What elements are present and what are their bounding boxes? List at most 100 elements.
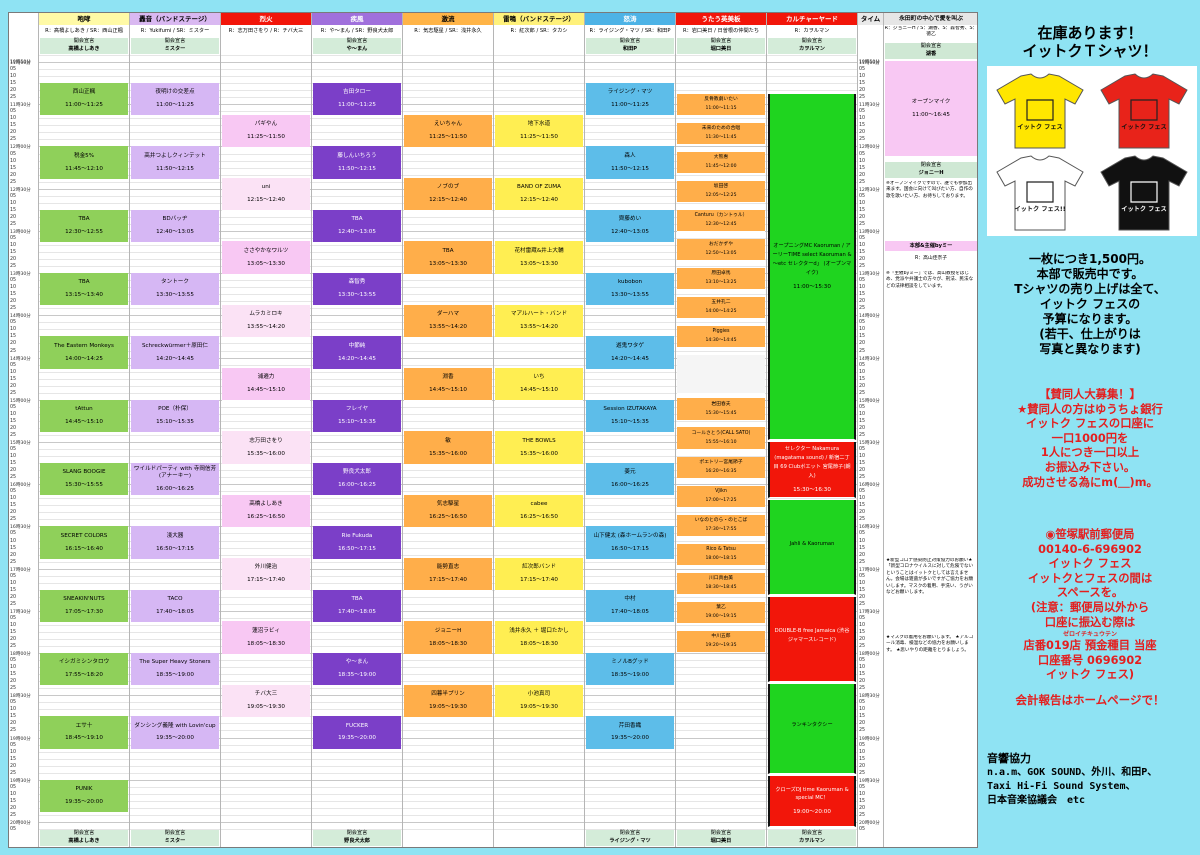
performance-slot[interactable]: PUNIK 19:35〜20:00: [40, 779, 128, 813]
performance-slot[interactable]: や〜まん 18:35〜19:00: [313, 653, 401, 687]
performance-slot[interactable]: cabee 16:25〜16:50: [495, 494, 583, 528]
performance-slot[interactable]: マアルハート・バンド 13:55〜14:20: [495, 304, 583, 338]
performance-slot[interactable]: 花村雷蔵&井上大輔 13:05〜13:30: [495, 241, 583, 275]
performance-slot[interactable]: 吉田タロー 11:00〜11:25: [313, 83, 401, 117]
performance-slot[interactable]: 志万田さをり 15:35〜16:00: [222, 431, 310, 465]
performance-slot[interactable]: 四暮半プリン 19:05〜19:30: [404, 684, 492, 718]
performance-slot[interactable]: Session IZUTAKAYA 15:10〜15:35: [586, 399, 674, 433]
performance-slot[interactable]: 蓮沼ラビィ 18:05〜18:30: [222, 621, 310, 655]
performance-slot[interactable]: 西山正楓 11:00〜11:25: [40, 83, 128, 117]
performance-slot[interactable]: Piggies 14:30〜14:45: [677, 325, 765, 349]
performance-slot[interactable]: Jahli & Kaoruman: [768, 500, 856, 595]
performance-slot[interactable]: 芹田香織 19:35〜20:00: [586, 716, 674, 750]
performance-slot[interactable]: 紅次郎バンド 17:15〜17:40: [495, 558, 583, 592]
performance-slot[interactable]: Rie Fukuda 16:50〜17:15: [313, 526, 401, 560]
performance-slot[interactable]: THE BOWLS 15:35〜16:00: [495, 431, 583, 465]
performance-slot[interactable]: POE（朴保） 15:10〜15:35: [131, 399, 219, 433]
performance-slot[interactable]: ジョニーH 18:05〜18:30: [404, 621, 492, 655]
performance-slot[interactable]: 高橋よしあき 16:25〜16:50: [222, 494, 310, 528]
performance-slot[interactable]: ささやかなワルツ 13:05〜13:30: [222, 241, 310, 275]
performance-slot[interactable]: パギやん 11:25〜11:50: [222, 114, 310, 148]
performance-slot[interactable]: オープニングMC Kaoruman / アーリーTIME select Kaor…: [768, 93, 856, 440]
performance-slot[interactable]: SLANG BOOGIE 15:30〜15:55: [40, 463, 128, 497]
performance-slot[interactable]: 葉乙 19:00〜19:15: [677, 601, 765, 624]
performance-slot[interactable]: 姜元 16:00〜16:25: [586, 463, 674, 497]
performance-slot[interactable]: いち 14:45〜15:10: [495, 368, 583, 402]
performance-slot[interactable]: FUCKER 19:35〜20:00: [313, 716, 401, 750]
performance-slot[interactable]: 遊鬼ワタゲ 14:20〜14:45: [586, 336, 674, 370]
performance-slot[interactable]: 森人 11:50〜12:15: [586, 146, 674, 180]
performance-slot[interactable]: VJikn 17:00〜17:25: [677, 485, 765, 508]
performance-slot[interactable]: 原田卓馬 13:10〜13:25: [677, 267, 765, 291]
performance-slot[interactable]: セレクター Nakamura (magatama sound) / 新宿二丁目 …: [768, 442, 856, 499]
performance-slot[interactable]: BAND OF ZUMA 12:15〜12:40: [495, 178, 583, 212]
performance-slot[interactable]: えいちゃん 11:25〜11:50: [404, 114, 492, 148]
performance-slot[interactable]: おだかずや 12:50〜13:05: [677, 238, 765, 261]
performance-slot[interactable]: BDバッヂ 12:40〜13:05: [131, 209, 219, 243]
performance-slot[interactable]: 大熊惠 11:45〜12:00: [677, 151, 765, 174]
performance-slot[interactable]: 岩田春夫 15:30〜15:45: [677, 398, 765, 421]
performance-slot[interactable]: 地下水道 11:25〜11:50: [495, 114, 583, 148]
performance-slot[interactable]: TBA 13:15〜13:40: [40, 273, 128, 307]
performance-slot[interactable]: 藤しんいちろう 11:50〜12:15: [313, 146, 401, 180]
performance-slot[interactable]: 中村 17:40〜18:05: [586, 589, 674, 623]
performance-slot[interactable]: 外川健治 17:15〜17:40: [222, 558, 310, 592]
performance-slot[interactable]: タントーク 13:30〜13:55: [131, 273, 219, 307]
performance-slot[interactable]: 野良犬太郎 16:00〜16:25: [313, 463, 401, 497]
performance-slot[interactable]: 五井孔二 14:00〜14:25: [677, 296, 765, 320]
performance-slot[interactable]: DOUBLE-B free Jamaica (渋谷ジャマースレコード): [768, 596, 856, 682]
performance-slot[interactable]: 淺大器 16:50〜17:15: [131, 526, 219, 560]
performance-slot[interactable]: コールさとう(CALL SATO) 15:55〜16:10: [677, 427, 765, 450]
performance-slot[interactable]: フレイヤ 15:10〜15:35: [313, 399, 401, 433]
performance-slot[interactable]: 川口真由美 18:30〜18:45: [677, 572, 765, 595]
performance-slot[interactable]: Canturu（カントゥル） 12:30〜12:45: [677, 209, 765, 232]
performance-slot[interactable]: ワイルドパーティ with 寺岡信芳(アナーキー) 16:00〜16:25: [131, 463, 219, 497]
performance-slot[interactable]: 夜明けの交差点 11:00〜11:25: [131, 83, 219, 117]
performance-slot[interactable]: 坂田啓 12:05〜12:25: [677, 180, 765, 203]
performance-slot[interactable]: TACO 17:40〜18:05: [131, 589, 219, 623]
performance-slot[interactable]: ポエトリー宮尾節子 16:20〜16:35: [677, 456, 765, 479]
performance-slot[interactable]: ランキンタクシー: [768, 683, 856, 774]
performance-slot[interactable]: ノブのブ 12:15〜12:40: [404, 178, 492, 212]
performance-slot[interactable]: uni 12:15〜12:40: [222, 178, 310, 212]
performance-slot[interactable]: 未来のための合唱 11:30〜11:45: [677, 122, 765, 145]
performance-slot[interactable]: The Super Heavy Stoners 18:35〜19:00: [131, 653, 219, 687]
performance-slot[interactable]: 齊藤めい 12:40〜13:05: [586, 209, 674, 243]
performance-slot[interactable]: 中節純 14:20〜14:45: [313, 336, 401, 370]
performance-slot[interactable]: チバ大三 19:05〜19:30: [222, 684, 310, 718]
performance-slot[interactable]: 敏 15:35〜16:00: [404, 431, 492, 465]
performance-slot[interactable]: ライジング・マツ 11:00〜11:25: [586, 83, 674, 117]
performance-slot[interactable]: ムラカミロキ 13:55〜14:20: [222, 304, 310, 338]
open-mic-slot[interactable]: オープンマイク 11:00〜16:45: [885, 61, 977, 157]
performance-slot[interactable]: 浅井永久 ＋ 堀口たかし 18:05〜18:30: [495, 621, 583, 655]
performance-slot[interactable]: 小池真司 19:05〜19:30: [495, 684, 583, 718]
performance-slot[interactable]: TBA 17:40〜18:05: [313, 589, 401, 623]
performance-slot[interactable]: 淵香 14:45〜15:10: [404, 368, 492, 402]
performance-slot[interactable]: The Eastern Monkeys 14:00〜14:25: [40, 336, 128, 370]
performance-slot[interactable]: Schreckwürmer＋原田仁 14:20〜14:45: [131, 336, 219, 370]
performance-slot[interactable]: 浦邉力 14:45〜15:10: [222, 368, 310, 402]
performance-slot[interactable]: [677, 354, 765, 394]
performance-slot[interactable]: kubobon 13:30〜13:55: [586, 273, 674, 307]
performance-slot[interactable]: 能勢直志 17:15〜17:40: [404, 558, 492, 592]
performance-slot[interactable]: SNEAKIN'NUTS 17:05〜17:30: [40, 589, 128, 623]
performance-slot[interactable]: 反骨教劇いたい 11:00〜11:15: [677, 93, 765, 116]
performance-slot[interactable]: クローズDJ time Kaoruman & special MC！ 19:00〜…: [768, 775, 856, 827]
performance-slot[interactable]: tAttun 14:45〜15:10: [40, 399, 128, 433]
performance-slot[interactable]: SECRET COLORS 16:15〜16:40: [40, 526, 128, 560]
performance-slot[interactable]: ミノルBグッド 18:35〜19:00: [586, 653, 674, 687]
performance-slot[interactable]: エサ十 18:45〜19:10: [40, 716, 128, 750]
performance-slot[interactable]: TBA 12:40〜13:05: [313, 209, 401, 243]
performance-slot[interactable]: 中川五郎 19:20〜19:35: [677, 630, 765, 653]
performance-slot[interactable]: イシガミシンタロウ 17:55〜18:20: [40, 653, 128, 687]
performance-slot[interactable]: TBA 13:05〜13:30: [404, 241, 492, 275]
performance-slot[interactable]: Rico & Tatsu 18:00〜18:15: [677, 543, 765, 566]
performance-slot[interactable]: 高井つよしクィンテット 11:50〜12:15: [131, 146, 219, 180]
performance-slot[interactable]: いなのとのら・のとこば 17:30〜17:55: [677, 514, 765, 537]
performance-slot[interactable]: 森智秀 13:30〜13:55: [313, 273, 401, 307]
performance-slot[interactable]: 気志駆星 16:25〜16:50: [404, 494, 492, 528]
performance-slot[interactable]: ダンシング義隆 with Lovin'cup 19:35〜20:00: [131, 716, 219, 750]
performance-slot[interactable]: 山下健太 (森ホームランの森) 16:50〜17:15: [586, 526, 674, 560]
performance-slot[interactable]: TBA 12:30〜12:55: [40, 209, 128, 243]
performance-slot[interactable]: 税金5% 11:45〜12:10: [40, 146, 128, 180]
